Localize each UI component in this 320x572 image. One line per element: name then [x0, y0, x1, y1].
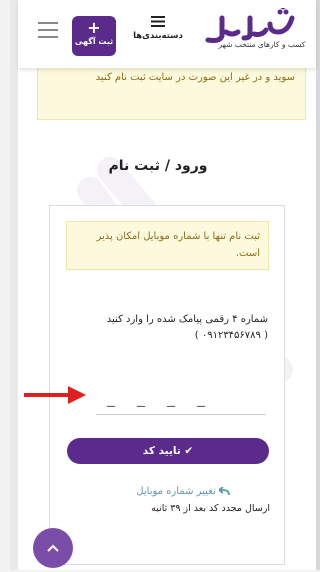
- otp-code-input[interactable]: _ _ _ _: [96, 382, 266, 415]
- post-ad-button[interactable]: + ثبت آگهی: [72, 16, 116, 56]
- change-number-label[interactable]: تغییر شماره موبایل: [136, 486, 216, 497]
- logo-tagline: کسب و کارهای منتخب شهر: [218, 40, 306, 49]
- reply-arrow-icon: [217, 485, 230, 495]
- code-instruction: شماره ۴ رقمی پیامک شده را وارد کنید ( ۰۹…: [70, 312, 268, 344]
- categories-label: دسته‌بندی‌ها: [133, 31, 183, 41]
- plus-icon: +: [87, 18, 101, 37]
- phone-number: ( ۰۹۱۲۳۴۵۶۷۸۹ ): [194, 330, 268, 341]
- page-title: ورود / ثبت نام: [108, 158, 208, 174]
- categories-button[interactable]: دسته‌بندی‌ها: [133, 16, 183, 41]
- scrollbar[interactable]: [316, 0, 320, 570]
- change-number-link[interactable]: تغییر شماره موبایل: [110, 485, 230, 497]
- mobile-only-notice-text: ثبت نام تنها با شماره موبایل امکان پذیر …: [96, 231, 260, 259]
- mobile-only-notice: ثبت نام تنها با شماره موبایل امکان پذیر …: [66, 221, 269, 270]
- post-ad-label: ثبت آگهی: [74, 37, 114, 46]
- info-notice-text: سوید و در غیر این صورت در سایت ثبت نام ک…: [95, 72, 295, 83]
- list-icon: [151, 16, 165, 27]
- hamburger-icon[interactable]: [36, 19, 60, 41]
- resend-timer: ارسال مجدد کد بعد از ۳۹ ثانیه: [151, 503, 270, 514]
- otp-digit-4[interactable]: _: [194, 388, 208, 407]
- instruction-text: شماره ۴ رقمی پیامک شده را وارد کنید: [106, 314, 268, 325]
- site-header: کسب و کارهای منتخب شهر دسته‌بندی‌ها + ثب…: [18, 0, 316, 68]
- confirm-code-button[interactable]: ✔ تایید کد: [67, 438, 269, 464]
- otp-digit-2[interactable]: _: [134, 388, 148, 407]
- otp-digit-3[interactable]: _: [164, 388, 178, 407]
- chevron-up-icon: [47, 544, 59, 552]
- scroll-top-button[interactable]: [33, 528, 73, 568]
- page-left-margin: [10, 0, 18, 570]
- red-arrow-icon: [24, 386, 86, 404]
- otp-digit-1[interactable]: _: [104, 388, 118, 407]
- site-logo[interactable]: [200, 8, 300, 60]
